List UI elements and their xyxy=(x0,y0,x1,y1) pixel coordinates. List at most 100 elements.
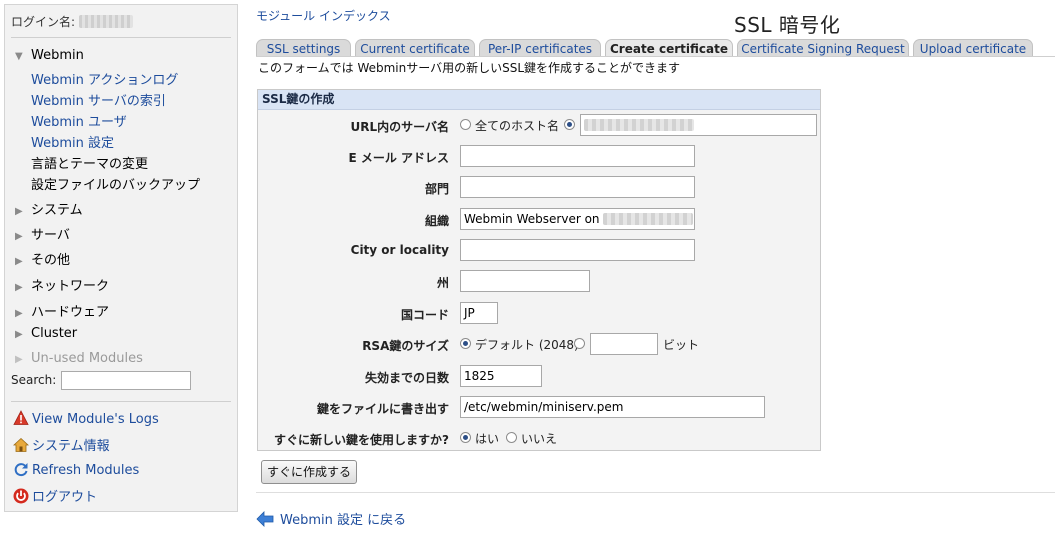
create-now-button[interactable]: すぐに作成する xyxy=(261,460,357,484)
sidebar-item-config-backup[interactable]: 設定ファイルのバックアップ xyxy=(31,174,200,193)
chevron-right-icon: ▶ xyxy=(15,354,23,365)
tool-label: システム情報 xyxy=(32,439,110,454)
state-field[interactable] xyxy=(460,270,590,292)
divider xyxy=(256,492,1055,493)
category-label: サーバ xyxy=(31,228,70,243)
refresh-modules-link[interactable]: Refresh Modules xyxy=(13,461,139,478)
search-input[interactable] xyxy=(61,371,191,390)
system-info-link[interactable]: システム情報 xyxy=(13,435,110,454)
chevron-right-icon: ▶ xyxy=(15,308,23,319)
page-description: このフォームでは Webminサーバ用の新しいSSL鍵を作成することができます xyxy=(258,61,681,75)
category-label: その他 xyxy=(31,253,71,268)
arrow-left-icon xyxy=(256,511,274,527)
category-label: Un-used Modules xyxy=(31,351,143,366)
logout-link[interactable]: ログアウト xyxy=(13,486,97,505)
sidebar-item-webmin-users[interactable]: Webmin ユーザ xyxy=(31,111,127,130)
chevron-right-icon: ▶ xyxy=(15,206,23,217)
chevron-down-icon: ▼ xyxy=(15,51,23,62)
tab-certificate-signing-request[interactable]: Certificate Signing Request xyxy=(737,39,909,57)
redacted-hostname xyxy=(603,213,694,225)
category-unused-modules[interactable]: ▶ Un-used Modules xyxy=(15,351,143,366)
organization-label: 組織 xyxy=(424,214,449,228)
module-index-link[interactable]: モジュール インデックス xyxy=(256,7,391,24)
divider xyxy=(11,401,231,402)
sidebar-item-language-theme[interactable]: 言語とテーマの変更 xyxy=(31,153,148,172)
days-field[interactable]: 1825 xyxy=(460,365,542,387)
category-label: ネットワーク xyxy=(31,279,110,294)
page-title: SSL 暗号化 xyxy=(734,13,841,37)
sidebar-item-webmin-action-log[interactable]: Webmin アクションログ xyxy=(31,69,178,88)
rsa-default-label: デフォルト (2048) xyxy=(475,338,579,352)
organization-value: Webmin Webserver on xyxy=(464,212,600,226)
category-network[interactable]: ▶ ネットワーク xyxy=(15,275,109,294)
form-header: SSL鍵の作成 xyxy=(258,90,820,110)
return-link-label: Webmin 設定 に戻る xyxy=(280,513,407,528)
redacted-hostname xyxy=(584,119,694,131)
days-label: 失効までの日数 xyxy=(364,371,449,385)
country-label: 国コード xyxy=(400,308,449,322)
category-label: Cluster xyxy=(31,326,78,341)
divider xyxy=(11,37,231,38)
rsa-custom-field[interactable] xyxy=(590,333,658,355)
form-row-hostname: URL内のサーバ名 全てのホスト名 xyxy=(258,112,820,138)
use-now-no-radio[interactable] xyxy=(506,432,517,443)
rsa-unit-label: ビット xyxy=(663,338,700,352)
sidebar-item-webmin-config[interactable]: Webmin 設定 xyxy=(31,132,114,151)
form-row-use-now: すぐに新しい鍵を使用しますか? はい いいえ xyxy=(258,425,820,451)
category-system[interactable]: ▶ システム xyxy=(15,199,83,218)
category-webmin[interactable]: ▼ Webmin xyxy=(15,48,84,63)
chevron-right-icon: ▶ xyxy=(15,329,23,340)
email-field[interactable] xyxy=(460,145,695,167)
category-cluster[interactable]: ▶ Cluster xyxy=(15,326,77,341)
login-info: ログイン名: xyxy=(11,13,134,30)
category-label: Webmin xyxy=(31,48,84,63)
view-module-logs-link[interactable]: View Module's Logs xyxy=(13,410,159,427)
department-field[interactable] xyxy=(460,176,695,198)
tab-create-certificate[interactable]: Create certificate xyxy=(605,39,733,57)
chevron-right-icon: ▶ xyxy=(15,282,23,293)
form-row-days: 失効までの日数 1825 xyxy=(258,363,820,389)
create-certificate-form: SSL鍵の作成 URL内のサーバ名 全てのホスト名 E メール アドレス 部門 … xyxy=(257,89,821,451)
tab-upload-certificate[interactable]: Upload certificate xyxy=(913,39,1033,57)
home-icon xyxy=(13,437,29,452)
rsa-size-label: RSA鍵のサイズ xyxy=(362,339,449,353)
organization-field[interactable]: Webmin Webserver on xyxy=(460,208,695,230)
rsa-default-radio[interactable] xyxy=(460,338,471,349)
form-row-department: 部門 xyxy=(258,174,820,200)
chevron-right-icon: ▶ xyxy=(15,256,23,267)
divider xyxy=(256,56,1055,57)
tab-ssl-settings[interactable]: SSL settings xyxy=(256,39,351,57)
rsa-custom-radio[interactable] xyxy=(574,338,585,349)
search-label: Search: xyxy=(11,373,57,387)
city-field[interactable] xyxy=(460,239,695,261)
key-file-field[interactable]: /etc/webmin/miniserv.pem xyxy=(460,396,765,418)
hostname-all-label: 全てのホスト名 xyxy=(475,119,560,133)
tool-label: ログアウト xyxy=(32,490,98,505)
tab-current-certificate[interactable]: Current certificate xyxy=(355,39,475,57)
form-row-email: E メール アドレス xyxy=(258,143,820,169)
category-servers[interactable]: ▶ サーバ xyxy=(15,224,70,243)
power-icon xyxy=(13,488,29,504)
key-file-label: 鍵をファイルに書き出す xyxy=(316,402,449,416)
return-to-webmin-config-link[interactable]: Webmin 設定 に戻る xyxy=(256,509,406,528)
form-row-country: 国コード JP xyxy=(258,300,820,326)
department-label: 部門 xyxy=(424,182,449,196)
category-label: システム xyxy=(31,203,83,218)
hostname-input[interactable] xyxy=(580,114,817,136)
hostname-label: URL内のサーバ名 xyxy=(350,120,449,134)
hostname-all-radio[interactable] xyxy=(460,119,471,130)
country-field[interactable]: JP xyxy=(460,302,498,324)
tab-per-ip-certificates[interactable]: Per-IP certificates xyxy=(479,39,601,57)
form-row-organization: 組織 Webmin Webserver on xyxy=(258,206,820,232)
login-label: ログイン名: xyxy=(11,15,76,29)
hostname-specific-radio[interactable] xyxy=(564,119,575,130)
form-row-rsa-size: RSA鍵のサイズ デフォルト (2048) ビット xyxy=(258,331,820,357)
sidebar-item-webmin-server-index[interactable]: Webmin サーバの索引 xyxy=(31,90,166,109)
category-hardware[interactable]: ▶ ハードウェア xyxy=(15,301,109,320)
form-row-key-file: 鍵をファイルに書き出す /etc/webmin/miniserv.pem xyxy=(258,394,820,420)
category-others[interactable]: ▶ その他 xyxy=(15,249,70,268)
warning-icon xyxy=(13,410,29,425)
refresh-icon xyxy=(14,463,28,477)
use-now-yes-radio[interactable] xyxy=(460,432,471,443)
use-now-yes-label: はい xyxy=(475,432,500,446)
